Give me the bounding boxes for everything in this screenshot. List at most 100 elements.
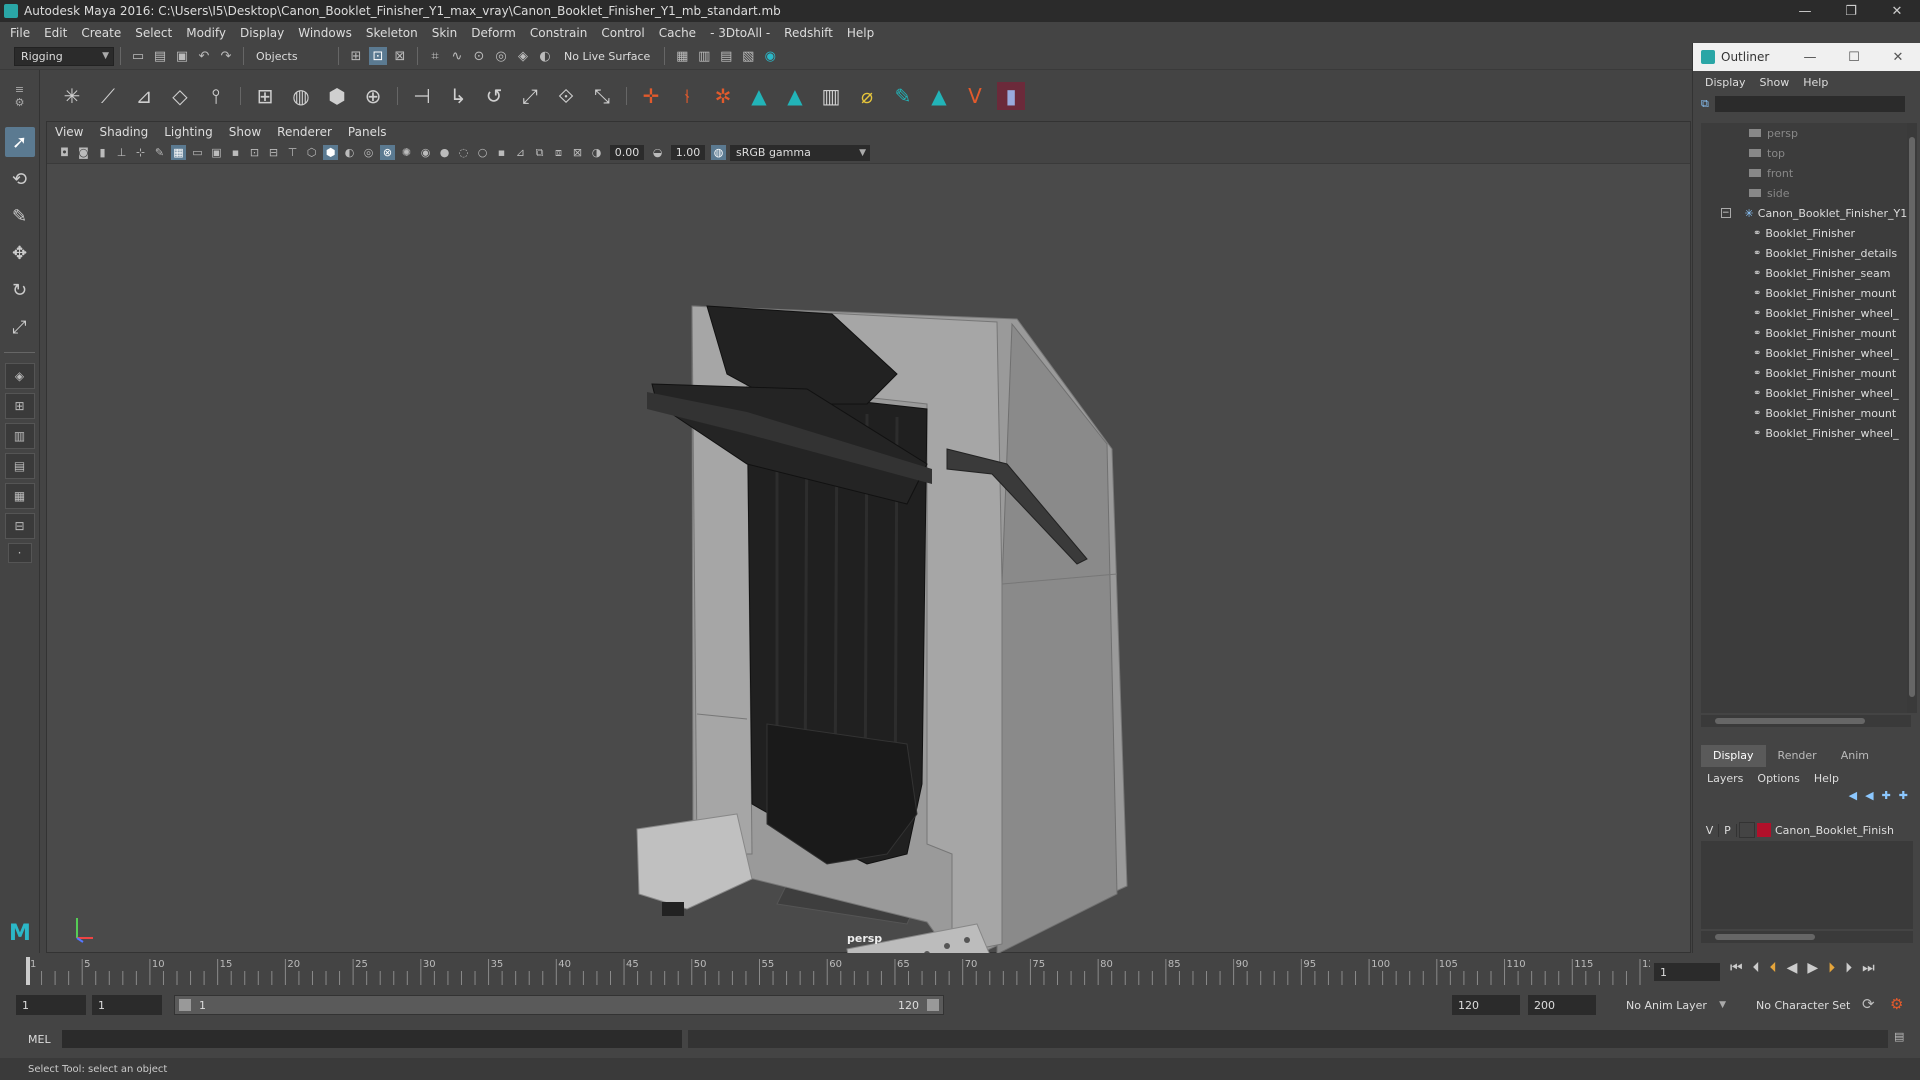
live-surface-label[interactable]: No Live Surface — [564, 50, 650, 63]
menu-skin[interactable]: Skin — [432, 26, 458, 40]
menu-select[interactable]: Select — [135, 26, 172, 40]
camera-select-icon[interactable]: ◘ — [57, 145, 72, 160]
step-forward-key-icon[interactable]: ⏵ — [1845, 960, 1852, 976]
custom-layout-icon[interactable]: ⊟ — [4, 513, 35, 539]
range-handle-left[interactable] — [179, 999, 191, 1011]
outliner-item-child[interactable]: ⚭ Booklet_Finisher_wheel_ — [1701, 343, 1911, 363]
gamma-field[interactable]: 1.00 — [671, 145, 705, 160]
menu-constrain[interactable]: Constrain — [530, 26, 588, 40]
play-forwards-icon[interactable]: ▶ — [1807, 960, 1818, 976]
scale-tool-icon[interactable]: ⤢ — [5, 312, 35, 342]
outliner-item-side[interactable]: side — [1701, 183, 1911, 203]
camera-attributes-icon[interactable]: ◙ — [76, 145, 91, 160]
step-back-key-icon[interactable]: ⏴ — [1753, 960, 1760, 976]
new-layer-selected-icon[interactable]: ✚ — [1899, 789, 1908, 811]
menu-file[interactable]: File — [10, 26, 30, 40]
smooth-bind-icon[interactable]: ◍ — [287, 82, 315, 110]
perspective-viewport[interactable]: View Shading Lighting Show Renderer Pane… — [46, 121, 1692, 954]
tab-anim[interactable]: Anim — [1829, 745, 1881, 767]
outliner-item-child[interactable]: ⚭ Booklet_Finisher_mount — [1701, 323, 1911, 343]
outliner-item-top[interactable]: top — [1701, 143, 1911, 163]
insert-joint-icon[interactable]: ◇ — [166, 82, 194, 110]
shadows-icon[interactable]: ◉ — [418, 145, 433, 160]
constraint-pole-icon[interactable]: ⤡ — [588, 82, 616, 110]
go-to-end-icon[interactable]: ⏭ — [1862, 960, 1875, 976]
outliner-item-child[interactable]: ⚭ Booklet_Finisher_details — [1701, 243, 1911, 263]
menu-redshift[interactable]: Redshift — [784, 26, 833, 40]
step-back-frame-icon[interactable]: ⏴ — [1770, 960, 1777, 976]
outliner-item-child[interactable]: ⚭ Booklet_Finisher — [1701, 223, 1911, 243]
film-gate-icon[interactable]: ▭ — [190, 145, 205, 160]
ipr-render-icon[interactable]: ▤ — [717, 47, 735, 65]
render-icon[interactable]: ▮ — [997, 81, 1025, 110]
vp-menu-shading[interactable]: Shading — [99, 125, 148, 139]
auto-key-icon[interactable]: ⟳ — [1862, 995, 1875, 1013]
restore-button[interactable]: ❐ — [1828, 0, 1874, 22]
collapse-icon[interactable]: − — [1721, 208, 1731, 218]
undo-icon[interactable]: ↶ — [195, 47, 213, 65]
animation-end-field[interactable]: 200 — [1528, 995, 1596, 1015]
depth-of-field-icon[interactable]: ▪ — [494, 145, 509, 160]
ik-handle-icon[interactable]: ⟋ — [94, 82, 122, 110]
lattice-icon[interactable]: ⬢ — [323, 82, 351, 110]
outliner-item-child[interactable]: ⚭ Booklet_Finisher_mount — [1701, 283, 1911, 303]
render-settings-icon[interactable]: ▦ — [673, 47, 691, 65]
smooth-shade-icon[interactable]: ⬢ — [323, 145, 338, 160]
move-layer-up-icon[interactable]: ◀ — [1849, 789, 1857, 811]
brush-icon[interactable]: ✎ — [889, 82, 917, 110]
locator-icon[interactable]: ✛ — [637, 82, 665, 110]
tab-render[interactable]: Render — [1766, 745, 1829, 767]
playback-end-field[interactable]: 120 — [1452, 995, 1520, 1015]
exposure-field[interactable]: 0.00 — [610, 145, 644, 160]
hypershade-icon[interactable]: ◉ — [761, 47, 779, 65]
safe-title-icon[interactable]: ⊤ — [285, 145, 300, 160]
two-d-pan-icon[interactable]: ⊹ — [133, 145, 148, 160]
scrollbar-thumb[interactable] — [1715, 934, 1815, 940]
outliner-item-front[interactable]: front — [1701, 163, 1911, 183]
ik-spline-icon[interactable]: ⊿ — [130, 82, 158, 110]
anti-aliasing-icon[interactable]: ○ — [475, 145, 490, 160]
outliner-horizontal-scrollbar[interactable] — [1701, 715, 1911, 727]
xray-icon[interactable]: ⊗ — [380, 145, 395, 160]
range-slider-bar[interactable]: 1 120 — [174, 995, 944, 1015]
field-chart-icon[interactable]: ⊡ — [247, 145, 262, 160]
menu-help[interactable]: Help — [847, 26, 874, 40]
layer-menu-help[interactable]: Help — [1814, 772, 1839, 785]
layer-menu-layers[interactable]: Layers — [1707, 772, 1743, 785]
command-language-label[interactable]: MEL — [0, 1033, 62, 1046]
paint-select-tool-icon[interactable]: ✎ — [5, 201, 35, 231]
layer-color-swatch[interactable] — [1757, 823, 1771, 837]
anim-layer-dropdown[interactable]: No Anim Layer ▼ — [1620, 995, 1732, 1015]
cluster-icon[interactable]: ⊕ — [359, 82, 387, 110]
layer-horizontal-scrollbar[interactable] — [1701, 931, 1913, 943]
menu-skeleton[interactable]: Skeleton — [366, 26, 418, 40]
new-scene-icon[interactable]: ▭ — [129, 47, 147, 65]
outliner-item-child[interactable]: ⚭ Booklet_Finisher_mount — [1701, 403, 1911, 423]
character-set-dropdown[interactable]: No Character Set — [1750, 995, 1862, 1015]
outliner-search-input[interactable] — [1714, 96, 1905, 112]
menu-deform[interactable]: Deform — [471, 26, 516, 40]
gate-mask-icon[interactable]: ▪ — [228, 145, 243, 160]
skeleton-icon[interactable]: ✲ — [709, 82, 737, 110]
menu-set-dropdown[interactable]: Rigging ▼ — [14, 46, 114, 66]
menu-display[interactable]: Display — [240, 26, 284, 40]
scene-canvas[interactable] — [47, 164, 1692, 954]
outliner-menu-show[interactable]: Show — [1760, 76, 1790, 89]
maya-shelf-icon-1[interactable]: ▲ — [745, 82, 773, 110]
frame-all-icon[interactable]: ⊠ — [570, 145, 585, 160]
deformer-icon[interactable]: V — [961, 82, 989, 110]
current-time-marker[interactable] — [26, 957, 30, 985]
scrollbar-thumb[interactable] — [1909, 137, 1915, 697]
redo-icon[interactable]: ↷ — [217, 47, 235, 65]
constraint-point-icon[interactable]: ⊣ — [408, 82, 436, 110]
snap-curve-icon[interactable]: ∿ — [448, 47, 466, 65]
tab-display[interactable]: Display — [1701, 745, 1766, 767]
motion-blur-icon[interactable]: ◌ — [456, 145, 471, 160]
outliner-item-child[interactable]: ⚭ Booklet_Finisher_mount — [1701, 363, 1911, 383]
select-tool-icon[interactable]: ➚ — [4, 127, 35, 157]
outliner-maximize-button[interactable]: ☐ — [1832, 43, 1876, 71]
color-management-icon[interactable]: ◍ — [711, 145, 726, 160]
outliner-minimize-button[interactable]: — — [1788, 43, 1832, 71]
snap-grid-icon[interactable]: ⌗ — [426, 47, 444, 65]
maya-shelf-icon-3[interactable]: ▲ — [925, 82, 953, 110]
